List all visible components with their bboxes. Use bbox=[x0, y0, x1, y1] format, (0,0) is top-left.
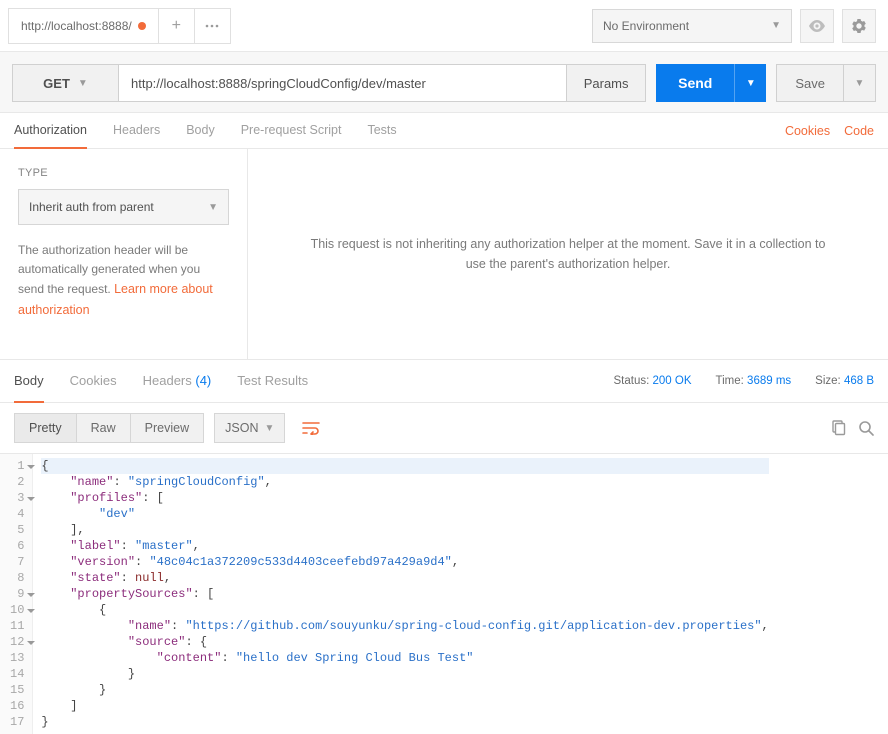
top-bar: http://localhost:8888/ + No Environment … bbox=[0, 0, 888, 52]
chevron-down-icon: ▼ bbox=[78, 78, 88, 89]
wrap-icon bbox=[302, 421, 320, 435]
copy-response-button[interactable] bbox=[830, 420, 846, 436]
response-meta: Status: 200 OK Time: 3689 ms Size: 468 B bbox=[614, 375, 875, 387]
response-json-view: 1234567891011121314151617 { "name": "spr… bbox=[0, 453, 888, 734]
environment-quicklook-button[interactable] bbox=[800, 9, 834, 43]
code-line: "version": "48c04c1a372209c533d4403ceefe… bbox=[41, 554, 768, 570]
line-gutter: 1234567891011121314151617 bbox=[0, 454, 33, 734]
request-tab[interactable]: http://localhost:8888/ bbox=[8, 8, 159, 44]
params-button[interactable]: Params bbox=[566, 64, 646, 102]
resp-tab-headers[interactable]: Headers (4) bbox=[143, 359, 212, 403]
time-label: Time: bbox=[716, 375, 744, 387]
resp-tab-body[interactable]: Body bbox=[14, 359, 44, 403]
request-tabs: Authorization Headers Body Pre-request S… bbox=[0, 113, 888, 149]
code-area[interactable]: { "name": "springCloudConfig", "profiles… bbox=[33, 454, 776, 734]
time-value: 3689 ms bbox=[747, 375, 791, 387]
environment-select[interactable]: No Environment ▼ bbox=[592, 9, 792, 43]
response-tabs: Body Cookies Headers (4) Test Results St… bbox=[0, 359, 888, 403]
code-line: { bbox=[41, 602, 768, 618]
view-pretty[interactable]: Pretty bbox=[14, 413, 77, 443]
status-value: 200 OK bbox=[653, 375, 692, 387]
body-view-switch: Pretty Raw Preview bbox=[14, 413, 204, 443]
environment-area: No Environment ▼ bbox=[580, 9, 888, 43]
settings-button[interactable] bbox=[842, 9, 876, 43]
chevron-down-icon: ▼ bbox=[771, 20, 781, 31]
code-line: "profiles": [ bbox=[41, 490, 768, 506]
request-row: GET ▼ http://localhost:8888/springCloudC… bbox=[0, 52, 888, 113]
tab-title: http://localhost:8888/ bbox=[21, 19, 132, 33]
environment-label: No Environment bbox=[603, 19, 689, 33]
eye-icon bbox=[808, 20, 826, 32]
code-line: ], bbox=[41, 522, 768, 538]
code-line: ] bbox=[41, 698, 768, 714]
send-dropdown-button[interactable]: ▼ bbox=[734, 64, 766, 102]
view-raw[interactable]: Raw bbox=[77, 413, 131, 443]
code-line: "label": "master", bbox=[41, 538, 768, 554]
size-value: 468 B bbox=[844, 375, 874, 387]
wrap-lines-button[interactable] bbox=[295, 413, 327, 443]
ellipsis-icon bbox=[205, 24, 219, 28]
auth-helper-text: This request is not inheriting any autho… bbox=[308, 234, 828, 274]
body-format-select[interactable]: JSON ▼ bbox=[214, 413, 285, 443]
chevron-down-icon: ▼ bbox=[746, 78, 756, 89]
code-line: } bbox=[41, 714, 768, 730]
url-input[interactable]: http://localhost:8888/springCloudConfig/… bbox=[118, 64, 566, 102]
chevron-down-icon: ▼ bbox=[264, 423, 274, 434]
send-label: Send bbox=[678, 75, 712, 91]
tab-tests[interactable]: Tests bbox=[367, 113, 396, 149]
search-icon bbox=[858, 420, 874, 436]
code-line: "source": { bbox=[41, 634, 768, 650]
code-line: } bbox=[41, 682, 768, 698]
resp-headers-label: Headers bbox=[143, 373, 192, 388]
copy-icon bbox=[830, 420, 846, 436]
send-button[interactable]: Send bbox=[656, 64, 734, 102]
resp-tab-cookies[interactable]: Cookies bbox=[70, 359, 117, 403]
size-label: Size: bbox=[815, 375, 841, 387]
response-toolbar: Pretty Raw Preview JSON ▼ bbox=[0, 403, 888, 453]
http-method-select[interactable]: GET ▼ bbox=[12, 64, 118, 102]
code-line: "name": "springCloudConfig", bbox=[41, 474, 768, 490]
params-label: Params bbox=[584, 76, 629, 91]
new-tab-button[interactable]: + bbox=[159, 8, 195, 44]
tab-prerequest[interactable]: Pre-request Script bbox=[241, 113, 342, 149]
auth-type-select[interactable]: Inherit auth from parent ▼ bbox=[18, 189, 229, 225]
code-line: "dev" bbox=[41, 506, 768, 522]
auth-description: The authorization header will be automat… bbox=[18, 241, 229, 320]
cookies-link[interactable]: Cookies bbox=[785, 124, 830, 138]
search-response-button[interactable] bbox=[858, 420, 874, 436]
authorization-panel: TYPE Inherit auth from parent ▼ The auth… bbox=[0, 149, 888, 359]
code-line: "name": "https://github.com/souyunku/spr… bbox=[41, 618, 768, 634]
save-button[interactable]: Save bbox=[776, 64, 844, 102]
auth-type-value: Inherit auth from parent bbox=[29, 200, 154, 214]
tab-overflow-button[interactable] bbox=[195, 8, 231, 44]
unsaved-dot-icon bbox=[138, 22, 146, 30]
resp-tab-testresults[interactable]: Test Results bbox=[237, 359, 308, 403]
code-link[interactable]: Code bbox=[844, 124, 874, 138]
auth-type-label: TYPE bbox=[18, 167, 229, 179]
chevron-down-icon: ▼ bbox=[855, 78, 865, 89]
save-dropdown-button[interactable]: ▼ bbox=[844, 64, 876, 102]
url-value: http://localhost:8888/springCloudConfig/… bbox=[131, 76, 426, 91]
format-value: JSON bbox=[225, 421, 258, 435]
save-label: Save bbox=[795, 76, 825, 91]
tab-authorization[interactable]: Authorization bbox=[14, 113, 87, 149]
gear-icon bbox=[851, 18, 867, 34]
code-line: "state": null, bbox=[41, 570, 768, 586]
tab-strip: http://localhost:8888/ + bbox=[0, 8, 580, 44]
status-label: Status: bbox=[614, 375, 650, 387]
code-line: { bbox=[41, 458, 768, 474]
auth-helper-message: This request is not inheriting any autho… bbox=[248, 149, 888, 359]
tab-body[interactable]: Body bbox=[186, 113, 215, 149]
resp-headers-count: (4) bbox=[195, 373, 211, 388]
code-line: } bbox=[41, 666, 768, 682]
tab-headers[interactable]: Headers bbox=[113, 113, 160, 149]
chevron-down-icon: ▼ bbox=[208, 202, 218, 213]
code-line: "propertySources": [ bbox=[41, 586, 768, 602]
http-method-value: GET bbox=[43, 76, 70, 91]
code-line: "content": "hello dev Spring Cloud Bus T… bbox=[41, 650, 768, 666]
view-preview[interactable]: Preview bbox=[131, 413, 204, 443]
